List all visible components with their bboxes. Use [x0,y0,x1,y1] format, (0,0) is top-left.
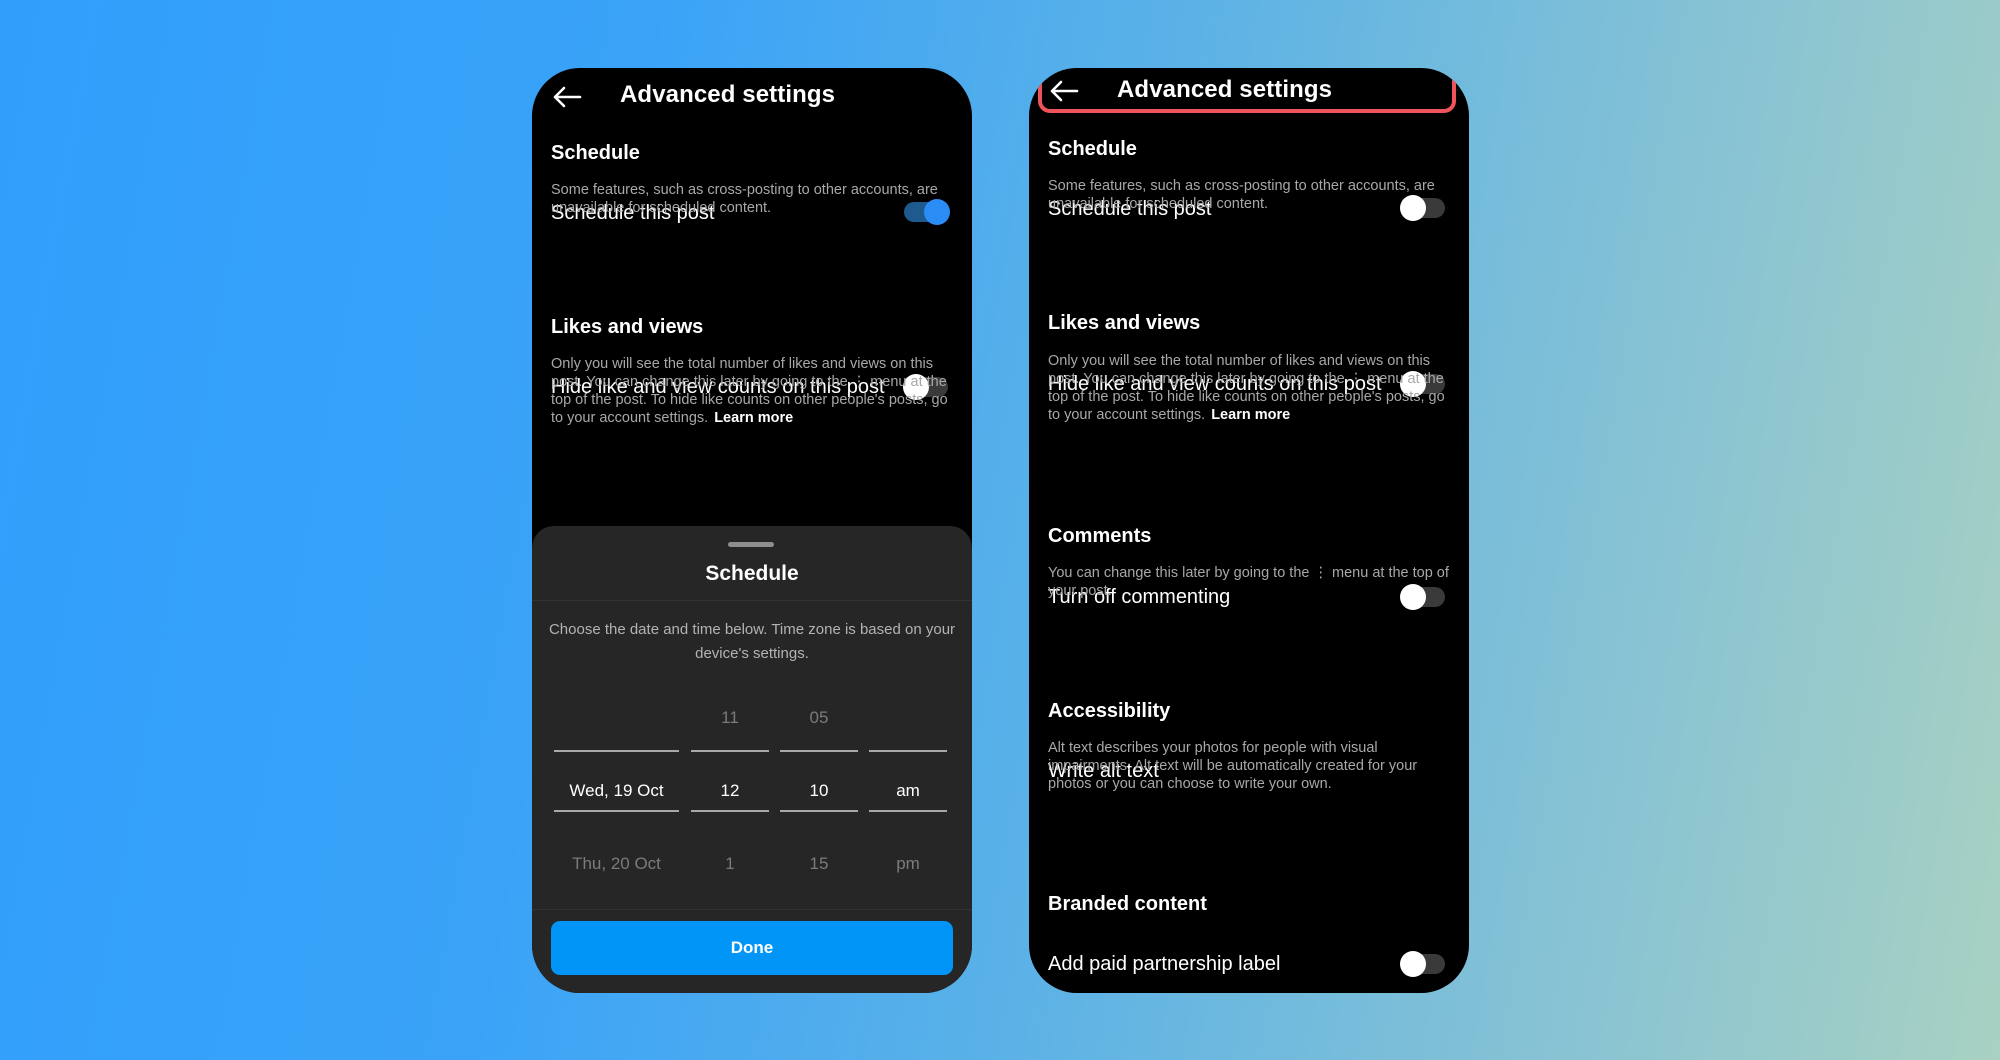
ampm-below[interactable]: pm [869,854,947,874]
hour-picker-column[interactable]: 11 12 1 [691,696,769,876]
picker-line-top [869,750,947,752]
minute-below[interactable]: 15 [780,854,858,874]
section-title-likes: Likes and views [1048,312,1201,334]
schedule-description-text: Some features, such as cross-posting to … [551,182,938,216]
hour-selected[interactable]: 12 [691,781,769,801]
schedule-description-text: Some features, such as cross-posting to … [1048,178,1435,212]
likes-description: Only you will see the total number of li… [551,355,956,427]
picker-line-bottom [691,810,769,812]
date-picker-column[interactable]: Wed, 19 Oct Thu, 20 Oct [554,696,679,876]
left-phone-screen: Advanced settings Schedule Schedule this… [532,68,972,993]
minute-picker-column[interactable]: 05 10 15 [780,696,858,876]
minute-above[interactable]: 05 [780,708,858,728]
sheet-description: Choose the date and time below. Time zon… [548,621,956,662]
likes-description: Only you will see the total number of li… [1048,352,1453,424]
learn-more-link[interactable]: Learn more [714,410,793,426]
arrow-left-icon [553,86,582,108]
date-selected[interactable]: Wed, 19 Oct [554,781,679,801]
section-title-schedule: Schedule [1048,138,1137,160]
section-title-likes: Likes and views [551,316,704,338]
section-title-comments: Comments [1048,525,1152,547]
picker-line-bottom [554,810,679,812]
highlight-box [1038,68,1456,113]
date-below[interactable]: Thu, 20 Oct [554,854,679,874]
picker-line-top [554,750,679,752]
done-button[interactable]: Done [551,921,953,975]
ampm-picker-column[interactable]: am pm [869,696,947,876]
sheet-title: Schedule [705,562,799,585]
accessibility-description-text: Alt text describes your photos for peopl… [1048,740,1418,792]
right-phone-screen: Advanced settings Schedule Schedule this… [1029,68,1469,993]
learn-more-link[interactable]: Learn more [1211,407,1290,423]
sheet-grabber[interactable] [728,542,774,547]
paid-partnership-toggle[interactable] [1400,951,1445,977]
picker-line-bottom [780,810,858,812]
page-title: Advanced settings [620,81,836,108]
minute-selected[interactable]: 10 [780,781,858,801]
section-title-accessibility: Accessibility [1048,700,1171,722]
hour-below[interactable]: 1 [691,854,769,874]
section-title-branded: Branded content [1048,893,1207,915]
back-button[interactable] [550,80,584,114]
toggle-knob [1400,951,1426,977]
schedule-bottom-sheet: Schedule Choose the date and time below.… [532,526,972,993]
section-title-schedule: Schedule [551,142,640,164]
paid-partnership-label: Add paid partnership label [1048,953,1281,975]
picker-line-top [780,750,858,752]
divider [532,909,972,910]
picker-line-top [691,750,769,752]
divider [532,600,972,601]
comments-description-text: You can change this later by going to th… [1048,565,1449,599]
hour-above[interactable]: 11 [691,708,769,728]
ampm-selected[interactable]: am [869,781,947,801]
picker-line-bottom [869,810,947,812]
